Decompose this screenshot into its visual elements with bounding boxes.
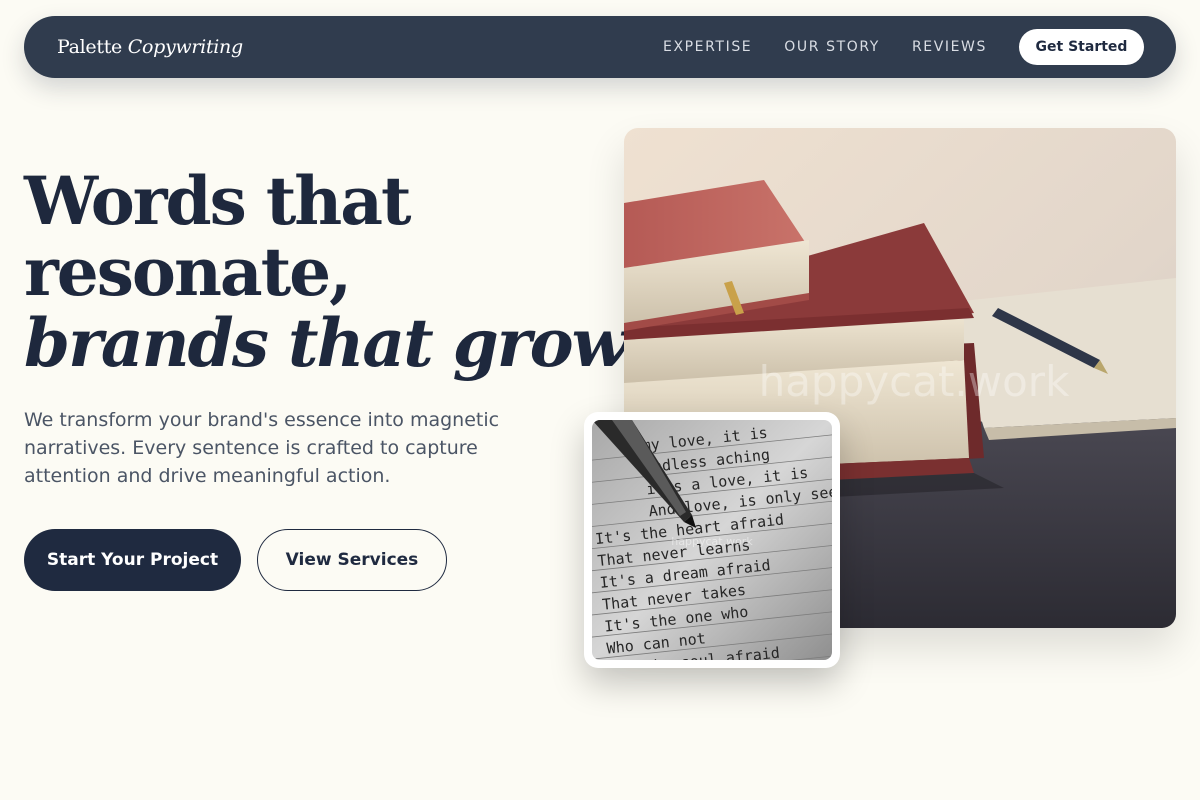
nav-links: EXPERTISE OUR STORY REVIEWS Get Started (631, 29, 1144, 65)
handwriting-photo: my love, it is endless aching it's a love,… (584, 412, 840, 668)
start-project-button[interactable]: Start Your Project (24, 529, 241, 591)
hero-subtitle: We transform your brand's essence into m… (24, 409, 500, 487)
handwriting-photo-frame: my love, it is endless aching it's a love,… (592, 420, 832, 660)
inset-watermark: happycat.work (671, 535, 753, 548)
hero-title: Words that resonate, brands that grow. (24, 162, 643, 382)
top-navbar: Palette Copywriting EXPERTISE OUR STORY … (24, 16, 1176, 78)
brand-logo[interactable]: Palette Copywriting (57, 36, 243, 58)
get-started-button[interactable]: Get Started (1019, 29, 1144, 65)
main-watermark: happycat.work (759, 357, 1070, 406)
hero-title-line-2: resonate, (24, 233, 352, 311)
hero-title-line-1: Words that (24, 162, 412, 240)
nav-link-our-story[interactable]: OUR STORY (784, 39, 880, 55)
brand-name: Palette (57, 36, 122, 58)
handwriting-illustration: my love, it isendless achingit's a love,… (592, 420, 832, 660)
nav-link-reviews[interactable]: REVIEWS (912, 39, 987, 55)
nav-link-expertise[interactable]: EXPERTISE (663, 39, 752, 55)
hero-title-line-3: brands that grow. (24, 304, 643, 382)
view-services-button[interactable]: View Services (257, 529, 447, 591)
brand-name-italic: Copywriting (127, 36, 243, 58)
